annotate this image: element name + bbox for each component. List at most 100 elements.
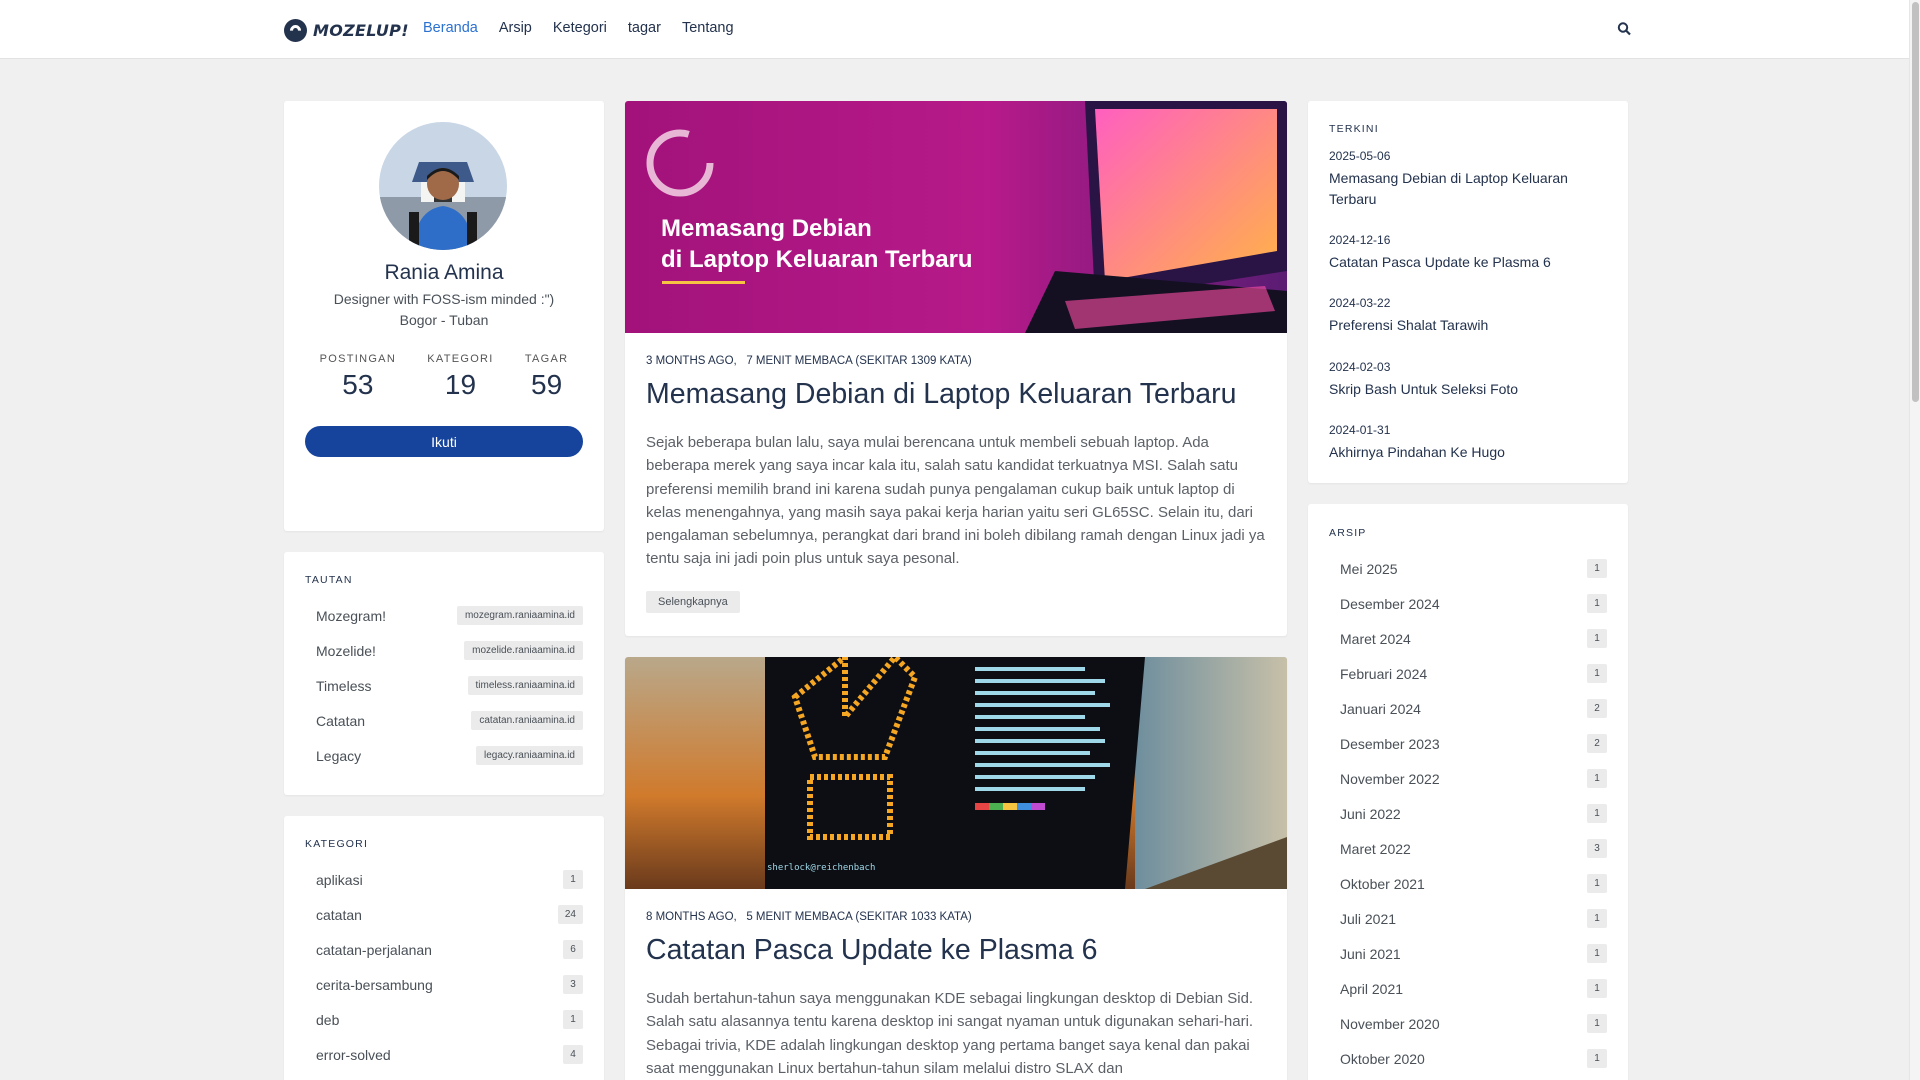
recent-title-link[interactable]: Memasang Debian di Laptop Keluaran Terba… [1329, 168, 1609, 209]
category-label: cerita-bersambung [316, 976, 433, 993]
recent-title-link[interactable]: Skrip Bash Untuk Seleksi Foto [1329, 379, 1609, 400]
archive-label: Juli 2021 [1340, 910, 1397, 927]
stat-tagar[interactable]: TAGAR 59 [525, 353, 569, 401]
archive-list: Mei 2025 1 Desember 2024 1 Maret 2024 1 Feb… [1329, 551, 1607, 1076]
archive-label: Oktober 2021 [1340, 875, 1425, 892]
link-item[interactable]: Mozelide! mozelide.raniaamina.id [305, 633, 583, 668]
post-title[interactable]: Catatan Pasca Update ke Plasma 6 [646, 934, 1098, 967]
recent-item[interactable]: 2024-01-31 Akhirnya Pindahan Ke Hugo [1329, 423, 1609, 463]
telegram-icon[interactable] [437, 484, 451, 498]
categories-title: KATEGORI [305, 838, 369, 850]
archive-item[interactable]: November 2022 1 [1329, 761, 1607, 796]
link-item[interactable]: Timeless timeless.raniaamina.id [305, 668, 583, 703]
nav-item-tagar[interactable]: tagar [628, 20, 661, 36]
archive-item[interactable]: Maret 2024 1 [1329, 621, 1607, 656]
email-icon[interactable] [493, 484, 507, 498]
archive-label: Januari 2024 [1340, 700, 1421, 717]
profile-location: Bogor - Tuban [399, 312, 489, 328]
archive-count: 1 [1587, 1049, 1607, 1068]
archive-label: Februari 2024 [1340, 665, 1428, 682]
recent-title-link[interactable]: Akhirnya Pindahan Ke Hugo [1329, 442, 1609, 463]
archive-item[interactable]: Oktober 2020 1 [1329, 1041, 1607, 1076]
archive-item[interactable]: Mei 2025 1 [1329, 551, 1607, 586]
archive-item[interactable]: November 2020 1 [1329, 1006, 1607, 1041]
avatar [379, 122, 507, 250]
search-icon[interactable] [1617, 21, 1631, 36]
stat-label: POSTINGAN [319, 353, 397, 365]
category-item[interactable]: error-solved 4 [305, 1037, 583, 1072]
category-count: 1 [563, 870, 583, 889]
scrollbar-thumb[interactable] [1912, 2, 1919, 402]
nav-item-ketegori[interactable]: Ketegori [553, 20, 607, 36]
link-label: Mozegram! [316, 607, 387, 624]
archive-item[interactable]: Desember 2023 2 [1329, 726, 1607, 761]
archive-label: Juni 2021 [1340, 945, 1401, 962]
recent-item[interactable]: 2024-12-16 Catatan Pasca Update ke Plasm… [1329, 233, 1609, 273]
category-item[interactable]: catatan 24 [305, 897, 583, 932]
profile-bio: Designer with FOSS-ism minded :") [333, 291, 555, 307]
archive-item[interactable]: Maret 2022 3 [1329, 831, 1607, 866]
stat-label: TAGAR [524, 353, 569, 365]
stat-postingan[interactable]: POSTINGAN 53 [320, 353, 397, 401]
archive-card: ARSIP Mei 2025 1 Desember 2024 1 Maret 202… [1308, 504, 1628, 1080]
archive-item[interactable]: Desember 2024 1 [1329, 586, 1607, 621]
follow-button[interactable]: Ikuti [305, 426, 583, 457]
categories-list: aplikasi 1 catatan 24 catatan-perjalanan 6 … [305, 862, 583, 1072]
page-scrollbar[interactable] [1909, 0, 1920, 1080]
archive-label: April 2021 [1340, 980, 1404, 997]
archive-label: November 2022 [1340, 770, 1440, 787]
post-card: Memasang Debian di Laptop Keluaran Terba… [625, 101, 1287, 636]
post-title[interactable]: Memasang Debian di Laptop Keluaran Terba… [646, 378, 1236, 411]
link-item[interactable]: Catatan catatan.raniaamina.id [305, 703, 583, 738]
recent-item[interactable]: 2024-02-03 Skrip Bash Untuk Seleksi Foto [1329, 360, 1609, 400]
archive-item[interactable]: April 2021 1 [1329, 971, 1607, 1006]
link-url-badge: catatan.raniaamina.id [471, 711, 583, 730]
category-item[interactable]: aplikasi 1 [305, 862, 583, 897]
archive-count: 2 [1587, 734, 1607, 753]
recent-title-link[interactable]: Catatan Pasca Update ke Plasma 6 [1329, 252, 1609, 273]
category-item[interactable]: catatan-perjalanan 6 [305, 932, 583, 967]
archive-item[interactable]: Januari 2024 2 [1329, 691, 1607, 726]
post-meta: 3 MONTHS AGO, 7 MENIT MEMBACA (SEKITAR 1… [646, 355, 972, 367]
social-links [304, 484, 584, 498]
github-icon[interactable] [381, 484, 395, 498]
archive-item[interactable]: Februari 2024 1 [1329, 656, 1607, 691]
recent-posts-card: TERKINI 2025-05-06 Memasang Debian di La… [1308, 101, 1628, 483]
categories-card: KATEGORI aplikasi 1 catatan 24 catatan-per… [284, 816, 604, 1080]
archive-label: Desember 2024 [1340, 595, 1440, 612]
read-more-button[interactable]: Selengkapnya [646, 591, 740, 613]
archive-count: 1 [1587, 629, 1607, 648]
post-featured-image[interactable]: Memasang Debian di Laptop Keluaran Terba… [625, 101, 1287, 333]
terminal-prompt-text: sherlock@reichenbach [767, 863, 876, 873]
recent-title-link[interactable]: Preferensi Shalat Tarawih [1329, 315, 1609, 336]
nav-item-beranda[interactable]: Beranda [423, 20, 478, 36]
category-label: deb [316, 1011, 340, 1028]
archive-count: 1 [1587, 664, 1607, 683]
mastodon-icon[interactable] [325, 484, 339, 498]
nav-item-tentang[interactable]: Tentang [682, 20, 734, 36]
rss-icon[interactable] [549, 484, 563, 498]
link-label: Timeless [316, 677, 372, 694]
category-count: 4 [563, 1045, 583, 1064]
post-image-caption-line2: di Laptop Keluaran Terbaru [661, 246, 973, 273]
post-featured-image[interactable]: sherlock@reichenbach [625, 657, 1287, 889]
archive-item[interactable]: Juni 2022 1 [1329, 796, 1607, 831]
post-meta: 8 MONTHS AGO, 5 MENIT MEMBACA (SEKITAR 1… [646, 911, 972, 923]
link-item[interactable]: Mozegram! mozegram.raniaamina.id [305, 598, 583, 633]
nav-item-arsip[interactable]: Arsip [499, 20, 532, 36]
archive-item[interactable]: Juni 2021 1 [1329, 936, 1607, 971]
recent-item[interactable]: 2025-05-06 Memasang Debian di Laptop Kel… [1329, 149, 1609, 209]
category-item[interactable]: cerita-bersambung 3 [305, 967, 583, 1002]
link-url-badge: timeless.raniaamina.id [467, 676, 583, 695]
stat-kategori[interactable]: KATEGORI 19 [427, 353, 493, 401]
link-item[interactable]: Legacy legacy.raniaamina.id [305, 738, 583, 773]
recent-item[interactable]: 2024-03-22 Preferensi Shalat Tarawih [1329, 296, 1609, 336]
archive-item[interactable]: Oktober 2021 1 [1329, 866, 1607, 901]
links-title: TAUTAN [305, 574, 353, 586]
link-url-badge: mozelide.raniaamina.id [464, 641, 583, 660]
category-item[interactable]: deb 1 [305, 1002, 583, 1037]
site-logo[interactable]: MOZELUP! [284, 18, 409, 42]
archive-label: Maret 2022 [1340, 840, 1411, 857]
archive-item[interactable]: Juli 2021 1 [1329, 901, 1607, 936]
category-count: 1 [563, 1010, 583, 1029]
